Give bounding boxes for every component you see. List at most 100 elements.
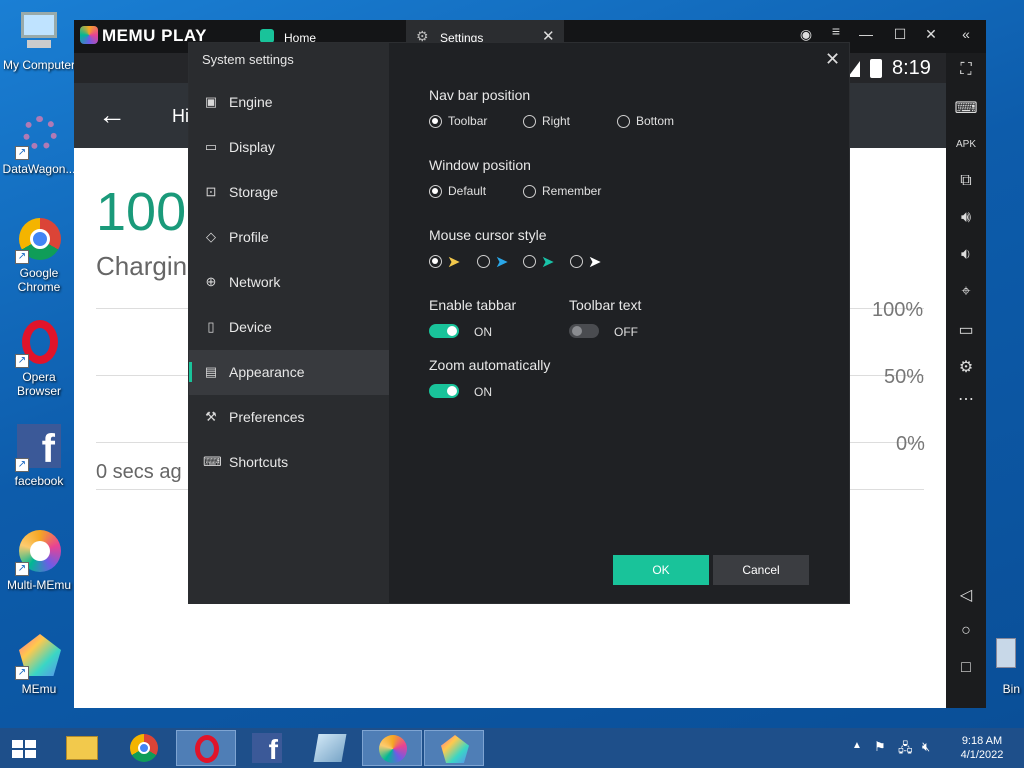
sidebar-item-network[interactable]: ⊕ Network xyxy=(189,260,389,305)
nav-bar-position-label: Nav bar position xyxy=(429,87,531,103)
app-bar-title: Hi xyxy=(172,106,189,126)
taskbar-datawagon[interactable] xyxy=(300,730,360,766)
collapse-sidebar-icon[interactable]: « xyxy=(954,26,978,42)
shortcut-arrow-icon: ↗ xyxy=(15,458,29,472)
radio-label: Right xyxy=(542,114,571,128)
clock-time: 9:18 AM xyxy=(961,735,1003,747)
taskbar-memu[interactable] xyxy=(424,730,484,766)
desktop-icon-label: MEmu xyxy=(21,682,57,696)
disk-icon: ⊡ xyxy=(205,184,217,199)
system-settings-dialog: System settings ▣ Engine ▭ Display ⊡ Sto… xyxy=(188,42,850,604)
sidebar-item-display[interactable]: ▭ Display xyxy=(189,125,389,170)
back-arrow-icon[interactable]: ← xyxy=(98,99,126,131)
settings-gear-icon[interactable]: ⚙ xyxy=(946,357,986,377)
sidebar-item-appearance[interactable]: ▤ Appearance xyxy=(189,350,389,395)
location-icon[interactable]: ⌖ xyxy=(946,283,986,301)
dialog-title: System settings xyxy=(202,52,294,67)
multi-window-icon[interactable]: ⧉ xyxy=(946,172,986,190)
home-icon xyxy=(260,29,274,43)
desktop-icon-google-chrome[interactable]: ↗ Google Chrome xyxy=(1,216,77,294)
wrench-icon: ⚒ xyxy=(205,409,217,424)
desktop-icon-facebook[interactable]: f ↗ facebook xyxy=(1,424,77,488)
ok-button[interactable]: OK xyxy=(613,555,709,585)
desktop-icon-my-computer[interactable]: My Computer xyxy=(1,8,77,72)
status-time: 8:19 xyxy=(892,57,931,79)
apk-icon[interactable]: APK xyxy=(946,139,986,150)
tag-icon: ◇ xyxy=(206,229,216,244)
more-icon[interactable]: ⋯ xyxy=(946,389,986,409)
taskbar-chrome[interactable] xyxy=(114,730,174,766)
desktop-icon-memu[interactable]: ↗ MEmu xyxy=(1,632,77,696)
taskbar-file-explorer[interactable] xyxy=(52,730,112,766)
taskbar-clock[interactable]: 9:18 AM 4/1/2022 xyxy=(950,734,1014,762)
toggle-knob xyxy=(447,326,457,336)
volume-muted-icon[interactable]: 🔇︎ xyxy=(922,739,930,755)
zoom-automatically-toggle[interactable] xyxy=(429,384,459,398)
shortcut-arrow-icon: ↗ xyxy=(15,250,29,264)
radio-circle xyxy=(429,185,442,198)
sidebar-item-storage[interactable]: ⊡ Storage xyxy=(189,170,389,215)
android-back-icon[interactable]: ◁ xyxy=(946,585,986,605)
shortcut-arrow-icon: ↗ xyxy=(15,666,29,680)
sidebar-item-engine[interactable]: ▣ Engine xyxy=(189,80,389,125)
chrome-icon: ↗ xyxy=(15,216,63,264)
account-icon[interactable]: ◉ xyxy=(794,26,818,43)
keyboard-icon[interactable]: ⌨ xyxy=(946,98,986,118)
radio-circle xyxy=(617,115,630,128)
level-label: 100% xyxy=(872,299,924,321)
radio-label: Remember xyxy=(542,184,602,198)
start-button[interactable] xyxy=(0,730,48,766)
taskbar-facebook[interactable]: f xyxy=(238,730,298,766)
desktop-icon-datawagon[interactable]: ↗ DataWagon... xyxy=(1,112,77,176)
memu-logo-icon xyxy=(80,26,98,44)
minimize-button[interactable]: — xyxy=(854,26,878,42)
taskbar-opera[interactable] xyxy=(176,730,236,766)
toolbar-text-toggle[interactable] xyxy=(569,324,599,338)
sidebar-item-shortcuts[interactable]: ⌨ Shortcuts xyxy=(189,440,389,485)
window-position-label: Window position xyxy=(429,157,531,173)
sidebar-item-device[interactable]: ▯ Device xyxy=(189,305,389,350)
window-icon: ▤ xyxy=(204,364,218,379)
sidebar-item-label: Appearance xyxy=(229,364,305,380)
desktop-icon-label: Google Chrome xyxy=(17,266,61,294)
toggle-knob xyxy=(447,386,457,396)
network-icon[interactable]: 🖧︎ xyxy=(898,739,913,761)
radio-circle xyxy=(429,255,442,268)
volume-down-icon[interactable]: 🔉︎ xyxy=(946,246,986,264)
flag-icon[interactable]: ⚑ xyxy=(874,739,886,755)
desktop-icon-opera-browser[interactable]: ↗ Opera Browser xyxy=(1,320,77,398)
desktop-icon-label: Bin xyxy=(1002,682,1020,696)
shortcut-arrow-icon: ↗ xyxy=(15,354,29,368)
volume-up-icon[interactable]: 🔊︎ xyxy=(946,209,986,227)
zoom-automatically-state: ON xyxy=(474,385,492,399)
folder-icon[interactable]: ▭ xyxy=(946,320,986,340)
radio-circle xyxy=(523,115,536,128)
fullscreen-icon[interactable]: ⛶ xyxy=(946,61,986,79)
android-home-icon[interactable]: ○ xyxy=(946,622,986,640)
recycle-bin-icon xyxy=(990,632,1020,680)
close-button[interactable]: ✕ xyxy=(919,26,943,43)
desktop-icon-label: Opera Browser xyxy=(16,370,61,398)
mic-icon: ▯ xyxy=(207,319,215,334)
keyboard-icon: ⌨ xyxy=(203,454,222,469)
sidebar-item-profile[interactable]: ◇ Profile xyxy=(189,215,389,260)
opera-icon: ↗ xyxy=(15,320,63,368)
level-label: 0% xyxy=(896,433,925,455)
sidebar-item-preferences[interactable]: ⚒ Preferences xyxy=(189,395,389,440)
radio-label: Toolbar xyxy=(448,114,488,128)
desktop-icon-label: DataWagon... xyxy=(2,162,76,176)
maximize-button[interactable]: ☐ xyxy=(888,26,912,43)
toggle-knob xyxy=(572,326,582,336)
show-hidden-icons-icon[interactable]: ▲ xyxy=(852,740,862,751)
toolbar-text-label: Toolbar text xyxy=(569,297,642,313)
taskbar: f ▲ ⚑ 🖧︎ 🔇︎ 9:18 AM 4/1/2022 xyxy=(0,728,1024,768)
desktop-icon-multi-memu[interactable]: ↗ Multi-MEmu xyxy=(1,528,77,592)
radio-circle xyxy=(570,255,583,268)
close-dialog-icon[interactable]: ✕ xyxy=(825,49,840,70)
enable-tabbar-toggle[interactable] xyxy=(429,324,459,338)
desktop-icon-label: My Computer xyxy=(2,58,76,72)
menu-icon[interactable]: ≡ xyxy=(824,23,848,39)
android-recents-icon[interactable]: □ xyxy=(946,659,986,677)
taskbar-multi-memu[interactable] xyxy=(362,730,422,766)
cancel-button[interactable]: Cancel xyxy=(713,555,809,585)
